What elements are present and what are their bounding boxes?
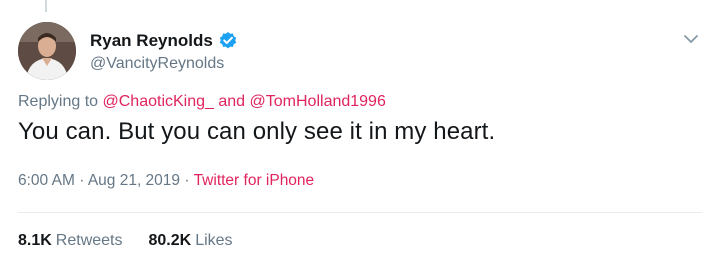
replying-to-prefix: Replying to [18,93,99,110]
mention-conjunction: and [218,93,246,110]
meta-separator: · [79,172,85,189]
meta-separator-2: · [184,172,190,189]
retweets-stat[interactable]: 8.1K Retweets [18,232,123,250]
mention-chaoticking[interactable]: @ChaoticKing_ [103,93,214,110]
mention-tomholland[interactable]: @TomHolland1996 [250,93,386,110]
retweets-count: 8.1K [18,232,52,249]
likes-stat[interactable]: 80.2K Likes [149,232,233,250]
avatar[interactable] [18,22,76,80]
author-handle[interactable]: @VancityReynolds [90,55,238,73]
tweet-stats: 8.1K Retweets 80.2K Likes [18,232,259,250]
tweet-date[interactable]: Aug 21, 2019 [88,172,180,189]
tweet-text: You can. But you can only see it in my h… [18,118,496,145]
author-name-row: Ryan Reynolds [90,30,238,52]
divider [18,212,702,213]
likes-label: Likes [195,232,233,249]
thread-connector-line [45,0,47,12]
likes-count: 80.2K [148,232,192,249]
author-name[interactable]: Ryan Reynolds [90,31,213,51]
retweets-label: Retweets [55,232,123,249]
tweet-time[interactable]: 6:00 AM [18,172,75,189]
author-block: Ryan Reynolds @VancityReynolds [90,30,238,73]
replying-to-line: Replying to @ChaoticKing_ and @TomHollan… [18,93,386,111]
chevron-down-icon[interactable] [680,30,702,48]
tweet-client-link[interactable]: Twitter for iPhone [194,172,315,189]
tweet-meta: 6:00 AM · Aug 21, 2019 · Twitter for iPh… [18,172,314,190]
verified-badge-icon [218,31,238,51]
